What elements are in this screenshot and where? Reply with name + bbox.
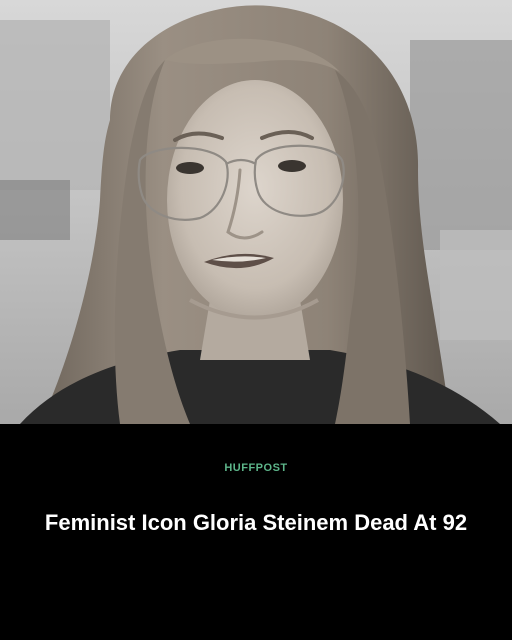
background-building-left [0, 20, 110, 190]
background-building-right-far [440, 230, 512, 340]
caption-panel: HUFFPOST Feminist Icon Gloria Steinem De… [0, 424, 512, 640]
headline: Feminist Icon Gloria Steinem Dead At 92 [44, 510, 468, 535]
brand-label: HUFFPOST [224, 462, 288, 474]
news-card: HUFFPOST Feminist Icon Gloria Steinem De… [0, 0, 512, 640]
portrait-photo [0, 0, 512, 424]
background-building-right [410, 40, 512, 250]
right-eye [278, 160, 306, 172]
left-eye [176, 162, 204, 174]
face [167, 80, 343, 320]
background-roof-left [0, 180, 70, 240]
